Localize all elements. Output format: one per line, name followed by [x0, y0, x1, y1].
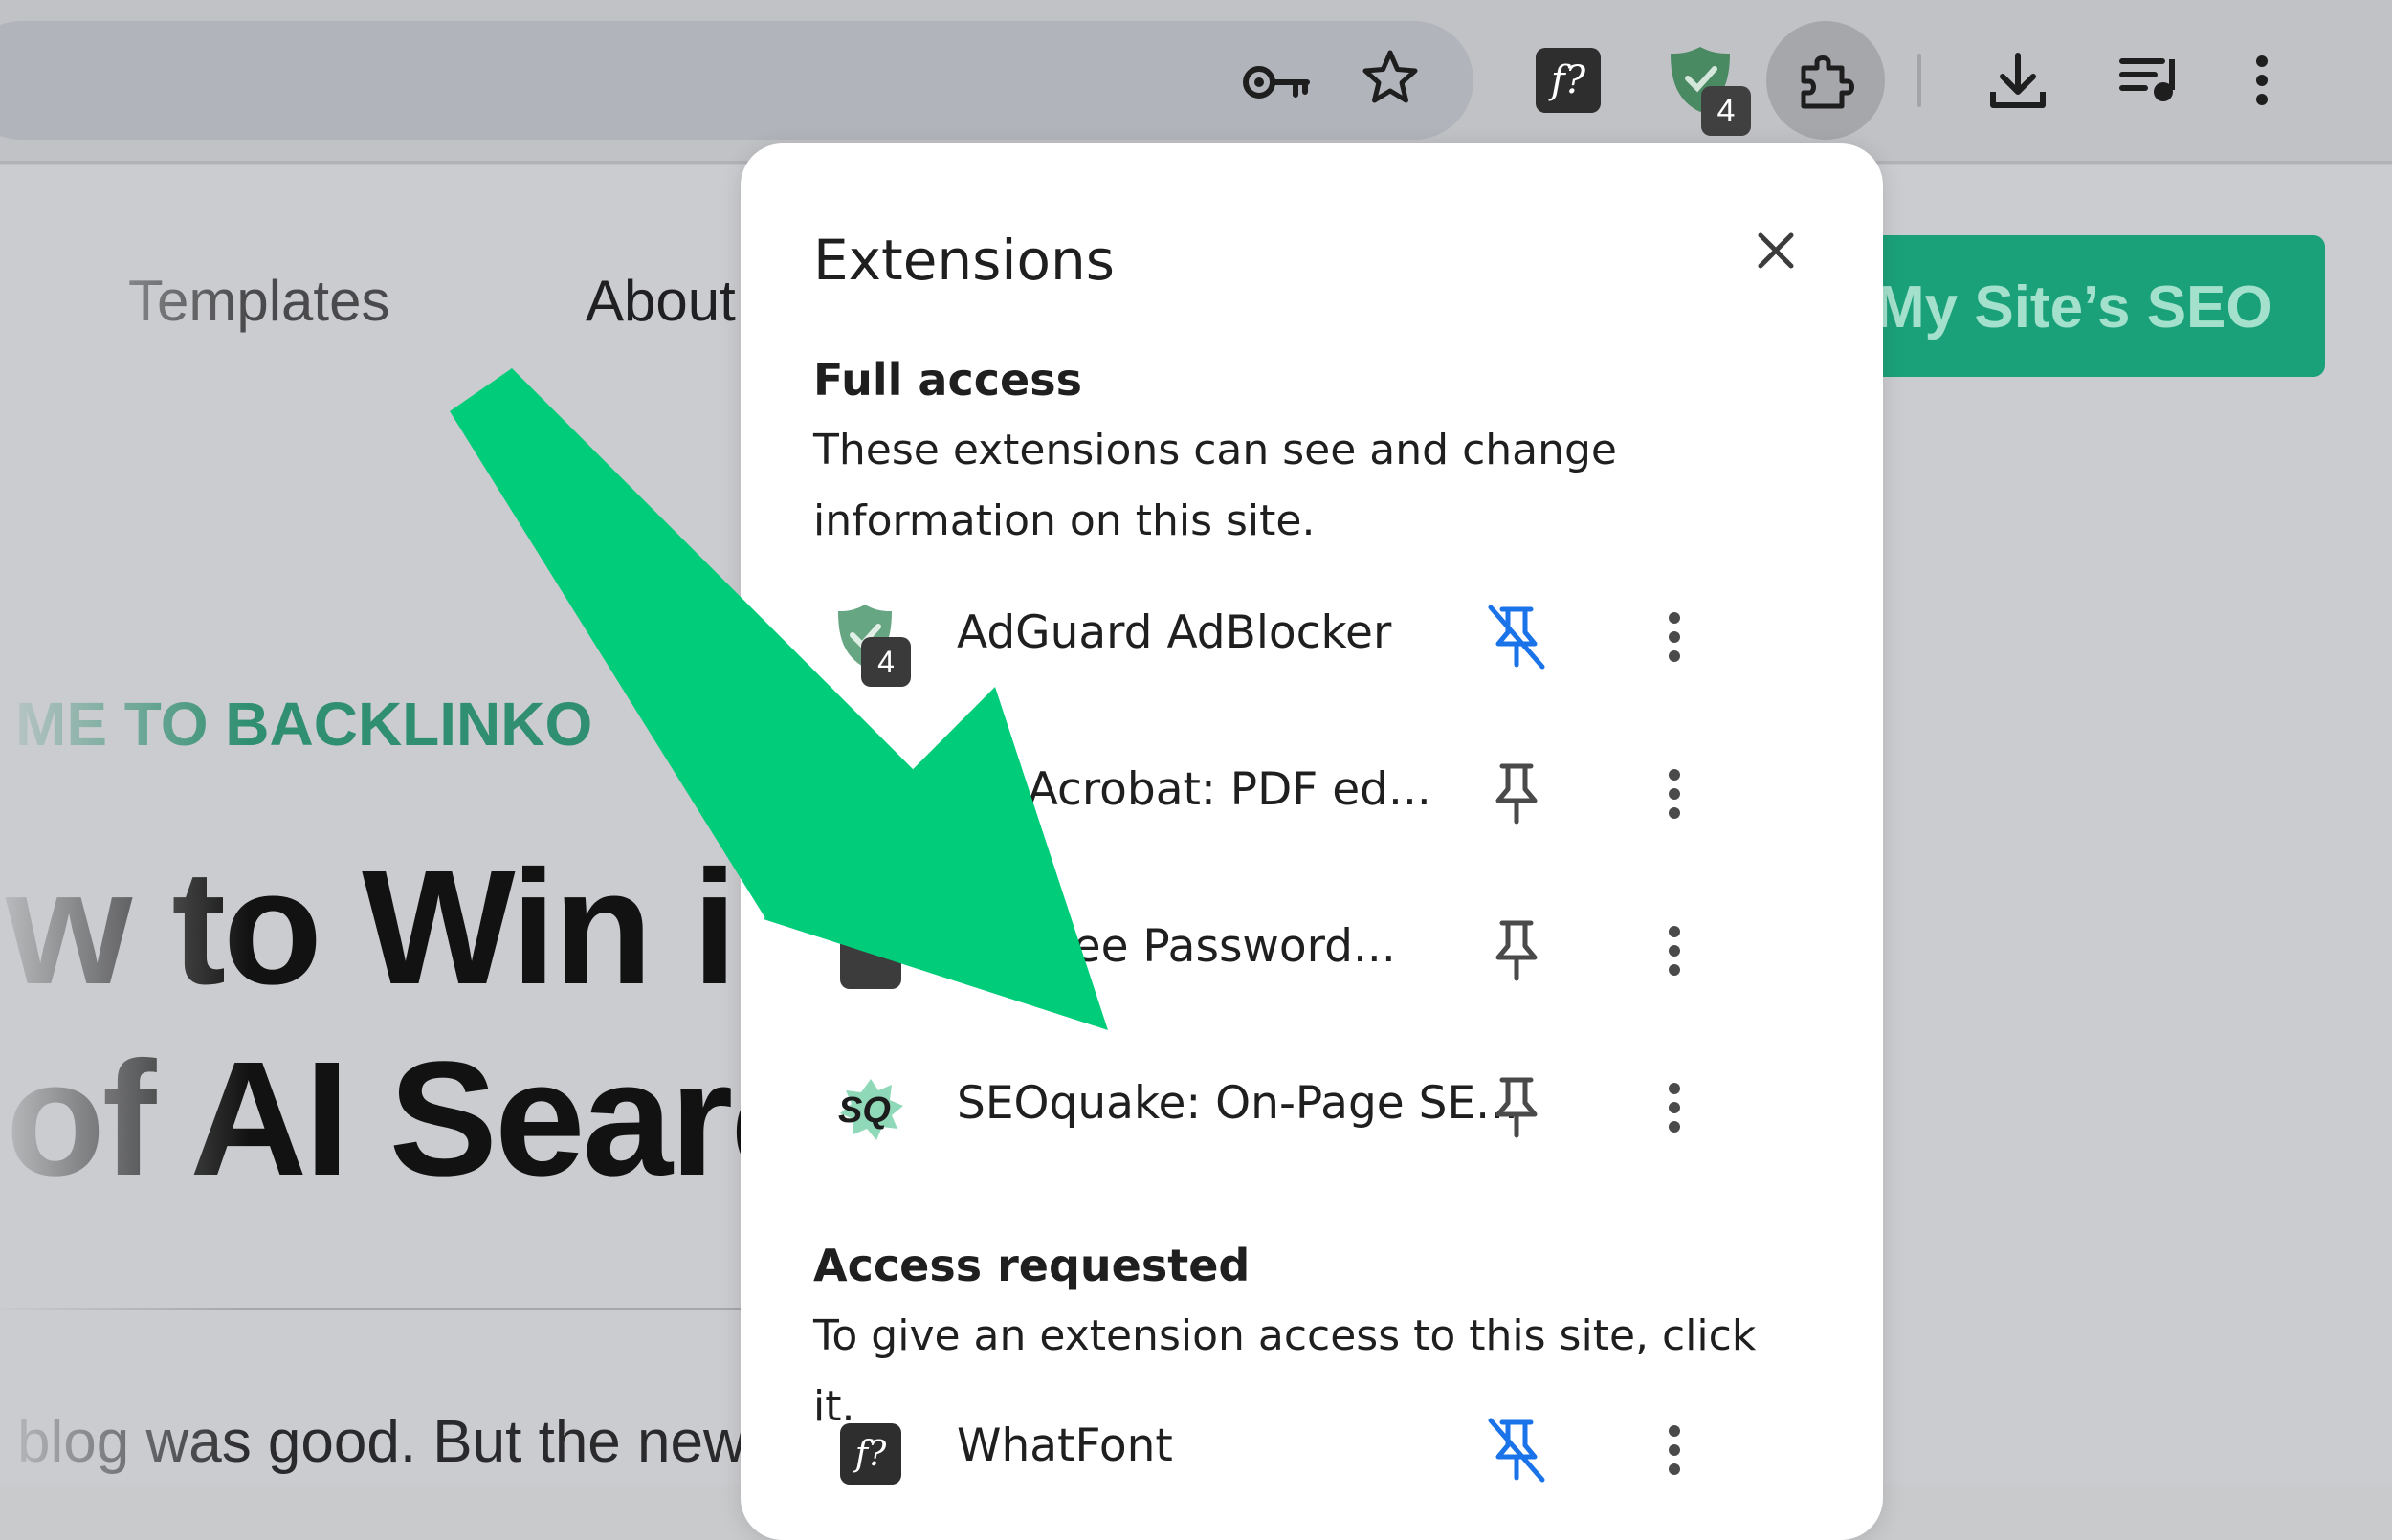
extension-row-password[interactable]: ss: Free Password...	[741, 878, 1883, 1022]
pinned-icon[interactable]	[1481, 1412, 1552, 1488]
whatfont-icon-text: f?	[854, 1434, 887, 1474]
seoquake-icon-text: SQ	[838, 1090, 891, 1131]
whatfont-toolbar-label: f?	[1550, 58, 1586, 102]
seoquake-icon: SQ	[832, 1071, 909, 1148]
access-requested-heading: Access requested	[813, 1240, 1251, 1291]
adguard-toolbar-badge-count: 4	[1716, 92, 1736, 129]
extension-name: SEOquake: On-Page SE...	[957, 1077, 1518, 1130]
media-queue-icon[interactable]	[2118, 54, 2182, 107]
extensions-popup: Extensions Full access These extensions …	[741, 143, 1883, 1540]
full-access-heading: Full access	[813, 354, 1082, 406]
extension-row-acrobat[interactable]: be Acrobat: PDF ed...	[741, 721, 1883, 865]
adguard-badge: 4	[861, 637, 911, 687]
popup-title: Extensions	[813, 228, 1115, 293]
adguard-icon: 4	[832, 601, 911, 687]
acrobat-icon	[832, 758, 909, 834]
whatfont-icon: f?	[832, 1414, 909, 1490]
more-options-icon[interactable]	[1655, 599, 1694, 675]
puzzle-piece-icon[interactable]	[1793, 50, 1858, 115]
star-icon[interactable]	[1359, 46, 1422, 109]
more-options-icon[interactable]	[1655, 1069, 1694, 1146]
nav-about-link[interactable]: About	[586, 268, 736, 334]
extension-row-adguard[interactable]: 4 AdGuard AdBlocker	[741, 564, 1883, 708]
toolbar-separator	[1917, 54, 1921, 107]
extension-name: ss: Free Password...	[957, 920, 1396, 973]
close-icon[interactable]	[1745, 220, 1806, 281]
extension-name: WhatFont	[957, 1419, 1173, 1472]
extension-row-whatfont[interactable]: f? WhatFont	[741, 1377, 1883, 1521]
more-options-icon[interactable]	[1655, 1412, 1694, 1488]
download-icon[interactable]	[1986, 48, 2049, 115]
pinned-icon[interactable]	[1481, 599, 1552, 675]
adguard-extension-icon[interactable]: 4	[1667, 44, 1751, 136]
pin-icon[interactable]	[1481, 756, 1552, 832]
extension-name: be Acrobat: PDF ed...	[957, 763, 1431, 816]
key-icon[interactable]	[1239, 52, 1314, 113]
left-fade-overlay	[0, 165, 249, 1484]
seo-cta-label: My Site’s SEO	[1875, 275, 2272, 341]
vertical-dots-icon[interactable]	[2254, 54, 2270, 107]
more-options-icon[interactable]	[1655, 756, 1694, 832]
adguard-toolbar-badge: 4	[1701, 86, 1751, 136]
pin-icon[interactable]	[1481, 1069, 1552, 1146]
extension-name: AdGuard AdBlocker	[957, 606, 1392, 659]
pin-icon[interactable]	[1481, 913, 1552, 989]
more-options-icon[interactable]	[1655, 913, 1694, 989]
extension-row-seoquake[interactable]: SQ SEOquake: On-Page SE...	[741, 1035, 1883, 1178]
full-access-description: These extensions can see and change info…	[813, 426, 1617, 545]
adguard-badge-count: 4	[877, 644, 895, 679]
whatfont-extension-icon[interactable]: f?	[1536, 48, 1601, 113]
seo-cta-button[interactable]: My Site’s SEO	[1818, 235, 2325, 377]
browser-toolbar: f? 4	[0, 0, 2392, 165]
password-manager-icon	[832, 914, 909, 991]
